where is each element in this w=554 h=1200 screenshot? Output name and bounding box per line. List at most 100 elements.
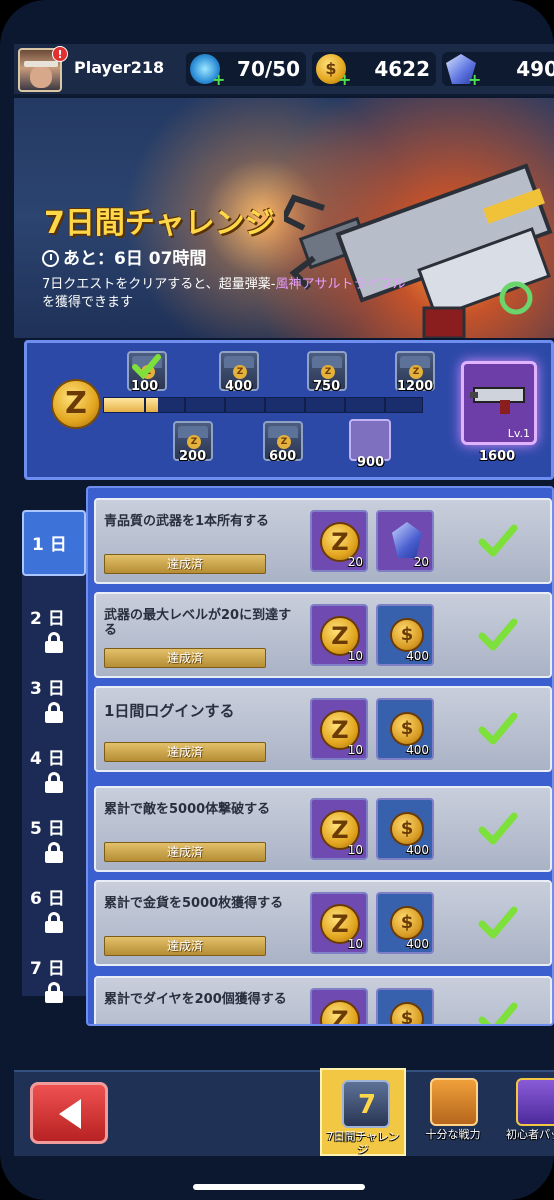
player-name: Player218 <box>74 58 165 77</box>
quest-title: 1日間ログインする <box>104 702 235 720</box>
complete-check-icon <box>478 812 518 845</box>
chest-icon: 7 <box>342 1080 390 1128</box>
event-timer: あと：6日 07時間 <box>42 244 206 269</box>
tab-day-5[interactable]: 5 日 <box>22 808 86 874</box>
home-indicator <box>193 1184 365 1190</box>
back-arrow-icon <box>59 1099 81 1129</box>
gold-coin-icon: $ <box>390 712 424 746</box>
energy-value: 70/50 <box>237 57 300 81</box>
energy-counter[interactable]: + 70/50 <box>186 52 306 89</box>
milestone-label-5: 750 <box>313 379 341 394</box>
quest-title: 累計でダイヤを200個獲得する <box>104 992 287 1007</box>
lock-icon <box>45 982 63 1003</box>
tab-day-1[interactable]: 1 日 <box>22 510 86 576</box>
z-coin-reward[interactable]: Z 10 <box>310 604 368 666</box>
gold-reward[interactable]: $400 <box>376 798 434 860</box>
event-description: 7日クエストをクリアすると、超量弾薬-風神アサルトライフルを獲得できます <box>42 277 406 310</box>
add-gold-icon[interactable]: + <box>338 70 351 89</box>
tab-day-6[interactable]: 6 日 <box>22 878 86 944</box>
progress-track <box>103 397 423 413</box>
quest-status-bar: 達成済 <box>104 554 266 574</box>
gold-reward[interactable]: $400 <box>376 698 434 760</box>
rifle-icon <box>470 387 525 414</box>
add-gem-icon[interactable]: + <box>468 70 481 89</box>
final-reward-rifle[interactable]: Lv.1 <box>461 361 537 445</box>
final-reward-level: Lv.1 <box>507 427 530 440</box>
gold-coin-icon: $ <box>390 1002 424 1024</box>
quest-row: 青品質の武器を1本所有する 達成済 Z 20 20 <box>94 498 552 584</box>
complete-check-icon <box>478 712 518 745</box>
milestone-label-6: 900 <box>357 455 385 470</box>
claimed-check-icon <box>132 354 161 380</box>
gem-counter[interactable]: + 490 <box>442 52 554 89</box>
event-banner: 7日間チャレンジ あと：6日 07時間 7日クエストをクリアすると、超量弾薬-風… <box>14 98 554 338</box>
tab-starter-pack[interactable]: 初心者パック <box>496 1068 554 1156</box>
gem-icon <box>392 522 422 558</box>
gold-coin-icon: $ <box>390 906 424 940</box>
final-milestone-label: 1600 <box>479 449 516 464</box>
power-chest-icon <box>430 1078 478 1126</box>
milestone-label-4: 600 <box>269 449 297 464</box>
z-coin-reward[interactable]: Z 10 <box>310 892 368 954</box>
top-bar: ! Player218 + 70/50 $ + 4622 + 490 <box>14 44 554 96</box>
event-title: 7日間チャレンジ <box>44 206 275 241</box>
gem-value: 490 <box>516 57 554 81</box>
gold-coin-icon: $ <box>390 812 424 846</box>
quest-status-bar: 達成済 <box>104 742 266 762</box>
quest-status-bar: 達成済 <box>104 936 266 956</box>
gold-coin-icon: $ <box>390 618 424 652</box>
z-coin-icon: Z <box>320 1000 360 1024</box>
tab-sufficient-power[interactable]: 十分な戦力 <box>410 1068 496 1156</box>
add-energy-icon[interactable]: + <box>212 70 225 89</box>
milestone-progress-panel: Z Z 100 Z 400 Z 750 Z 1200 Z 200 Z 600 9… <box>24 340 554 480</box>
milestone-label-1: 100 <box>131 379 159 394</box>
tab-7day-challenge[interactable]: 7 7日間チャレンジ <box>320 1068 406 1156</box>
quest-list[interactable]: 青品質の武器を1本所有する 達成済 Z 20 20 武器の最大レベルが20に到達す… <box>86 486 554 1026</box>
tab-day-7[interactable]: 7 日 <box>22 948 86 1014</box>
progress-fill <box>104 398 159 412</box>
clock-icon <box>42 250 59 267</box>
z-coin-reward[interactable]: Z 20 <box>310 510 368 572</box>
gold-reward[interactable]: $400 <box>376 892 434 954</box>
quest-row: 武器の最大レベルが20に到達する 達成済 Z 10 $400 <box>94 592 552 678</box>
quest-status-bar: 達成済 <box>104 648 266 668</box>
bottom-bar: 7 7日間チャレンジ 十分な戦力 初心者パック <box>14 1068 554 1156</box>
tab-day-4[interactable]: 4 日 <box>22 738 86 804</box>
z-coin-reward[interactable]: Z 10 <box>310 798 368 860</box>
quest-row: 累計で金貨を5000枚獲得する 達成済 Z 10 $400 <box>94 880 552 966</box>
quest-title: 累計で敵を5000体撃破する <box>104 802 271 817</box>
z-coin-reward[interactable]: Z 10 <box>310 698 368 760</box>
back-button[interactable] <box>30 1082 108 1144</box>
gold-reward[interactable]: $ <box>376 988 434 1024</box>
complete-check-icon <box>478 524 518 557</box>
quest-row: 累計でダイヤを200個獲得する Z $ <box>94 976 552 1024</box>
quest-row: 累計で敵を5000体撃破する 達成済 Z 10 $400 <box>94 786 552 872</box>
quest-title: 累計で金貨を5000枚獲得する <box>104 896 284 911</box>
gold-value: 4622 <box>374 57 430 81</box>
lock-icon <box>45 842 63 863</box>
gold-reward[interactable]: $400 <box>376 604 434 666</box>
lock-icon <box>45 702 63 723</box>
gift-icon <box>516 1078 554 1126</box>
milestone-label-3: 400 <box>225 379 253 394</box>
quest-title: 青品質の武器を1本所有する <box>104 514 270 529</box>
day-tabs: 1 日 2 日 3 日 4 日 5 日 6 日 7 日 <box>22 510 86 1003</box>
gold-counter[interactable]: $ + 4622 <box>312 52 436 89</box>
quest-status-bar: 達成済 <box>104 842 266 862</box>
lock-icon <box>45 632 63 653</box>
milestone-label-7: 1200 <box>397 379 434 394</box>
tab-day-3[interactable]: 3 日 <box>22 668 86 734</box>
lock-icon <box>45 772 63 793</box>
quest-row: 1日間ログインする 達成済 Z 10 $400 <box>94 686 552 772</box>
complete-check-icon <box>478 1002 518 1024</box>
gem-reward[interactable]: 20 <box>376 510 434 572</box>
z-coin-reward[interactable]: Z <box>310 988 368 1024</box>
complete-check-icon <box>478 906 518 939</box>
milestone-label-2: 200 <box>179 449 207 464</box>
complete-check-icon <box>478 618 518 651</box>
z-coin-icon: Z <box>51 379 101 429</box>
quest-title: 武器の最大レベルが20に到達する <box>104 608 292 638</box>
alert-badge: ! <box>52 46 68 62</box>
tab-day-2[interactable]: 2 日 <box>22 598 86 664</box>
lock-icon <box>45 912 63 933</box>
